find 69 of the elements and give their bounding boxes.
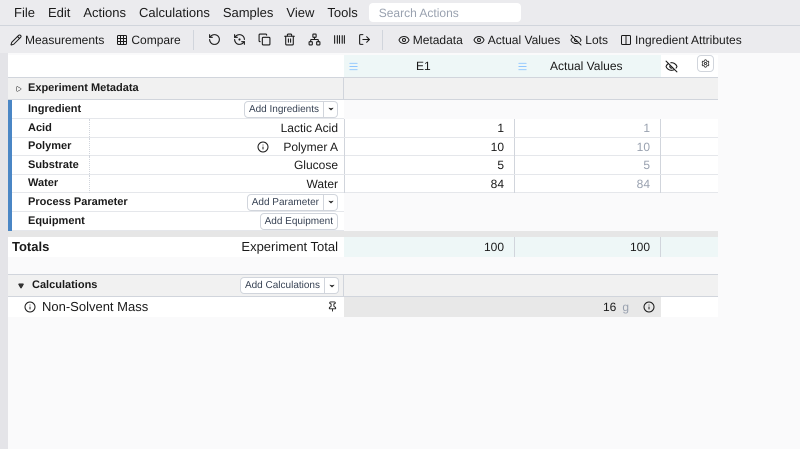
totals-label: Totals [8,237,90,256]
total-cell: 100 [344,237,515,256]
toggle-button[interactable]: Metadata [398,30,463,48]
refresh-icon[interactable] [232,33,246,46]
ingredient-name: Water [306,176,338,192]
add-button[interactable]: Add Equipment [260,212,338,230]
section-title[interactable]: Experiment Metadata [28,80,139,97]
expand-icon[interactable] [18,282,24,288]
add-button[interactable]: Add Calculations [240,277,325,294]
toolbar-button[interactable]: Compare [116,30,181,48]
calculation-value: 16 [602,298,616,316]
trash-icon[interactable] [282,33,296,46]
toggle-button[interactable]: Lots [570,30,608,48]
calculation-name: Non-Solvent Mass [42,298,148,316]
eye-off-icon [570,34,582,46]
dropdown-button[interactable] [324,100,338,118]
group-title: Equipment [28,214,85,229]
eye-icon [472,34,485,46]
menu-item[interactable]: Actions [83,2,126,22]
undo-icon[interactable] [208,33,221,46]
unit-label: g [622,298,629,316]
columns-icon [620,34,632,46]
group-title: Process Parameter [28,194,128,210]
eye-icon [398,34,410,46]
column-title: Actual Values [550,58,622,75]
add-button[interactable]: Add Parameter [246,194,324,210]
info-icon[interactable] [24,300,36,313]
group-title: Ingredient [28,102,82,117]
category-cell: Substrate [12,156,90,174]
info-icon[interactable] [643,300,655,313]
info-icon[interactable] [257,140,270,152]
ingredient-name: Lactic Acid [280,120,338,137]
drag-handle-icon[interactable] [517,60,528,72]
section-title[interactable]: Calculations [32,277,98,294]
toggle-button[interactable]: Actual Values [472,30,560,48]
hierarchy-icon[interactable] [308,33,321,46]
copy-icon[interactable] [258,33,271,46]
menu-item[interactable]: Edit [48,2,70,22]
total-cell: 100 [515,237,661,256]
value-cell[interactable]: 1 [344,119,515,137]
column-title: E1 [416,58,431,75]
menu-item[interactable]: File [14,2,35,22]
settings-icon[interactable] [697,54,714,72]
pin-icon[interactable] [327,301,338,312]
toolbar-button[interactable]: Ingredient Attributes [620,30,742,48]
dropdown-button[interactable] [325,277,339,294]
expand-icon[interactable] [16,86,22,92]
grid-icon [116,34,128,46]
export-icon[interactable] [358,33,371,46]
menu-item[interactable]: View [286,2,314,22]
menu-item[interactable]: Calculations [139,2,210,22]
pencil-icon [10,34,22,46]
menu-item[interactable]: Samples [222,2,274,22]
value-cell[interactable]: 84 [344,174,515,192]
totals-name: Experiment Total [90,237,344,256]
ingredient-name: Glucose [294,157,338,174]
barcode-icon[interactable] [332,33,346,46]
ingredient-name: Polymer A [283,138,338,156]
caret-icon [326,105,334,113]
eye-off-icon[interactable] [665,60,678,72]
add-button[interactable]: Add Ingredients [244,100,324,118]
search-field[interactable]: Search Actions [368,3,521,22]
caret-icon [326,198,334,206]
category-cell: Acid [12,119,90,137]
drag-handle-icon[interactable] [348,60,359,72]
menu-item[interactable]: Tools [327,2,358,22]
dropdown-button[interactable] [324,194,338,210]
value-cell[interactable]: 5 [344,156,515,174]
toolbar-button[interactable]: Measurements [10,30,104,48]
